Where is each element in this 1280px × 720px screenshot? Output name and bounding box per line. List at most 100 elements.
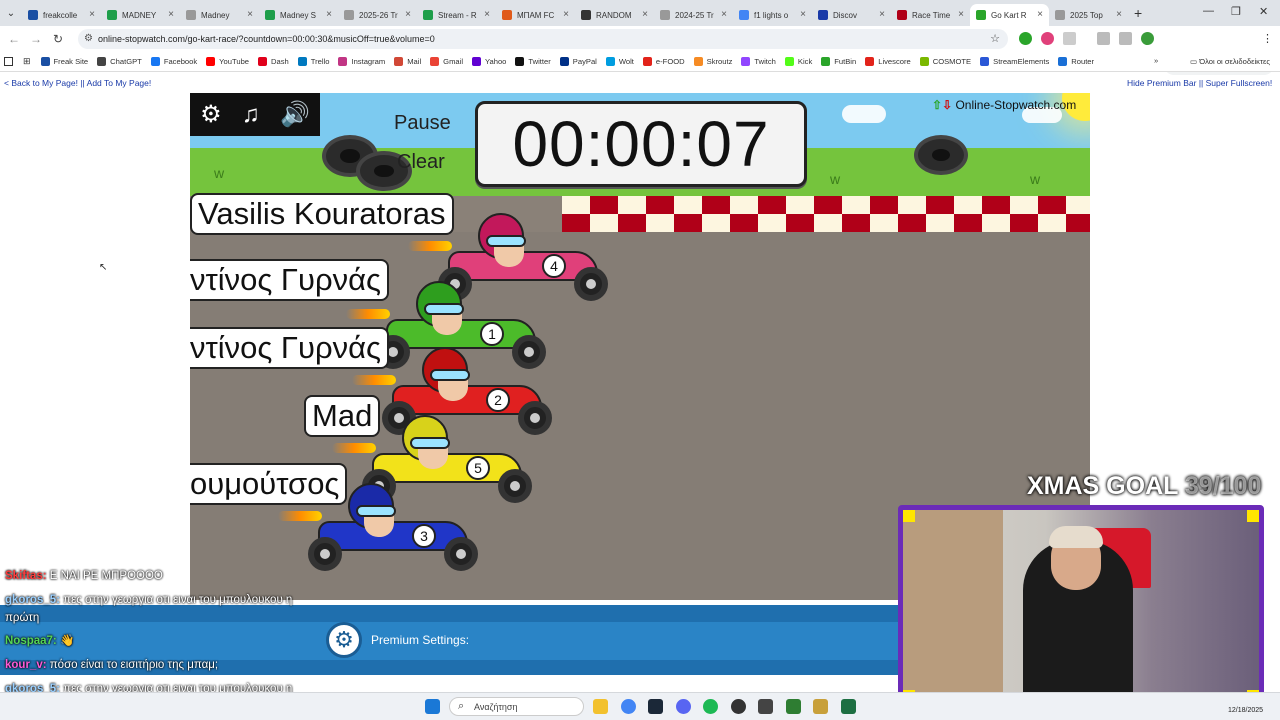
media-icon[interactable] [1119, 32, 1132, 45]
bookmark-item[interactable]: ChatGPT [97, 57, 142, 66]
browser-tab[interactable]: Race Time × [891, 4, 970, 26]
bookmark-item[interactable]: Facebook [150, 57, 197, 66]
bookmark-item[interactable]: YouTube [206, 57, 249, 66]
excel-icon[interactable] [841, 699, 856, 714]
bookmark-item[interactable]: Mail [394, 57, 421, 66]
pause-button[interactable]: Pause [394, 112, 451, 135]
bookmark-item[interactable]: Router [1058, 57, 1094, 66]
xbox-icon[interactable] [786, 699, 801, 714]
file-explorer-icon[interactable] [593, 699, 608, 714]
bookmark-item[interactable]: StreamElements [980, 57, 1049, 66]
browser-tab[interactable]: f1 lights o × [733, 4, 812, 26]
bookmark-item[interactable]: Twitter [515, 57, 551, 66]
bookmark-item[interactable]: Livescore [865, 57, 911, 66]
bookmark-item[interactable]: COSMOTE [919, 57, 971, 66]
new-tab-button[interactable]: + [1134, 5, 1142, 21]
extensions-puzzle-icon[interactable] [1063, 32, 1076, 45]
clear-button[interactable]: Clear [397, 151, 445, 174]
bookmark-favicon-icon [693, 57, 703, 66]
tab-close-icon[interactable]: × [800, 9, 806, 20]
extension-green-icon[interactable] [1019, 32, 1032, 45]
browser-tab[interactable]: 2025-26 Tr × [338, 4, 417, 26]
close-window-button[interactable]: ✕ [1259, 5, 1268, 18]
bookmark-item[interactable]: Freak Site [40, 57, 88, 66]
all-bookmarks-folder[interactable]: ▭ Όλοι οι σελιδοδείκτες [1190, 57, 1270, 66]
steam-icon[interactable] [648, 699, 663, 714]
bookmark-item[interactable]: e-FOOD [642, 57, 685, 66]
discord-icon[interactable] [676, 699, 691, 714]
tab-close-icon[interactable]: × [1037, 9, 1043, 20]
url-field[interactable]: ⚙ online-stopwatch.com/go-kart-race/?cou… [78, 29, 1008, 49]
bookmark-star-icon[interactable]: ☆ [990, 32, 1000, 45]
app-icon[interactable] [758, 699, 773, 714]
download-icon[interactable] [1097, 32, 1110, 45]
bookmark-item[interactable]: Kick [784, 57, 812, 66]
spotify-icon[interactable] [703, 699, 718, 714]
browser-tab[interactable]: Madney S × [259, 4, 338, 26]
browser-tab[interactable]: 2025 Top × [1049, 4, 1128, 26]
browser-tab[interactable]: Madney × [180, 4, 259, 26]
bookmark-item[interactable]: Instagram [338, 57, 385, 66]
bookmark-item[interactable]: Dash [258, 57, 289, 66]
back-to-my-page-link[interactable]: < Back to My Page! [4, 78, 78, 88]
tab-close-icon[interactable]: × [405, 9, 411, 20]
settings-gear-icon[interactable]: ⚙ [200, 102, 222, 127]
tab-close-icon[interactable]: × [642, 9, 648, 20]
maximize-button[interactable]: ❐ [1231, 5, 1241, 18]
tab-label: 2025 Top [1070, 10, 1103, 20]
tab-close-icon[interactable]: × [326, 9, 332, 20]
obs-icon[interactable] [731, 699, 746, 714]
tab-close-icon[interactable]: × [89, 9, 95, 20]
tab-close-icon[interactable]: × [721, 9, 727, 20]
windows-start-icon[interactable] [425, 699, 440, 714]
music-off-icon[interactable]: ♫ [242, 102, 260, 127]
add-to-my-page-link[interactable]: Add To My Page! [87, 78, 152, 88]
reload-icon[interactable]: ↻ [47, 32, 69, 46]
browser-tab[interactable]: Go Kart R × [970, 4, 1049, 26]
browser-tab[interactable]: Discov × [812, 4, 891, 26]
browser-tab[interactable]: freakcolle × [22, 4, 101, 26]
more-bookmarks-icon[interactable]: » [1154, 56, 1158, 65]
app-icon[interactable] [813, 699, 828, 714]
site-logo[interactable]: ⇧⇩ Online-Stopwatch.com [932, 98, 1076, 112]
tab-close-icon[interactable]: × [879, 9, 885, 20]
browser-tab[interactable]: MADNEY × [101, 4, 180, 26]
bookmark-item[interactable]: Gmail [430, 57, 463, 66]
taskbar-search[interactable]: ⌕ Αναζήτηση [449, 697, 584, 716]
tab-favicon-icon [1055, 10, 1065, 20]
hide-premium-bar-link[interactable]: Hide Premium Bar [1127, 78, 1196, 88]
profile-avatar[interactable] [1141, 32, 1154, 45]
bookmark-favicon-icon [206, 57, 216, 66]
tab-close-icon[interactable]: × [168, 9, 174, 20]
site-info-icon[interactable]: ⚙ [84, 33, 93, 44]
apps-grid-icon[interactable]: ⊞ [23, 56, 31, 67]
browser-tab[interactable]: RANDOM × [575, 4, 654, 26]
sound-icon[interactable]: 🔊 [280, 102, 310, 127]
minimize-button[interactable]: — [1203, 5, 1214, 17]
browser-tab[interactable]: ΜΠΑΜ FC × [496, 4, 575, 26]
browser-tab[interactable]: 2024-25 Tr × [654, 4, 733, 26]
tab-close-icon[interactable]: × [1116, 9, 1122, 20]
tab-close-icon[interactable]: × [958, 9, 964, 20]
bookmark-item[interactable]: Twitch [741, 57, 776, 66]
bookmark-label: Yahoo [485, 57, 507, 66]
super-fullscreen-link[interactable]: Super Fullscreen! [1206, 78, 1273, 88]
extension-pink-icon[interactable] [1041, 32, 1054, 45]
tab-close-icon[interactable]: × [247, 9, 253, 20]
bookmark-item[interactable]: PayPal [559, 57, 597, 66]
menu-icon[interactable]: ⋮ [1262, 32, 1273, 45]
browser-tab[interactable]: Stream - R × [417, 4, 496, 26]
tab-close-icon[interactable]: × [563, 9, 569, 20]
bookmark-item[interactable]: Wolt [605, 57, 634, 66]
bookmark-item[interactable]: Yahoo [472, 57, 506, 66]
bookmark-label: Trello [310, 57, 330, 66]
bookmark-item[interactable]: Skroutz [693, 57, 732, 66]
side-panel-icon[interactable] [4, 57, 13, 66]
bookmark-item[interactable]: FutBin [821, 57, 856, 66]
tab-search-button[interactable]: ⌄ [0, 8, 22, 19]
tab-close-icon[interactable]: × [484, 9, 490, 20]
bookmark-item[interactable]: Trello [297, 57, 330, 66]
forward-icon[interactable]: → [25, 32, 47, 46]
back-icon[interactable]: ← [3, 32, 25, 46]
chrome-icon[interactable] [621, 699, 636, 714]
